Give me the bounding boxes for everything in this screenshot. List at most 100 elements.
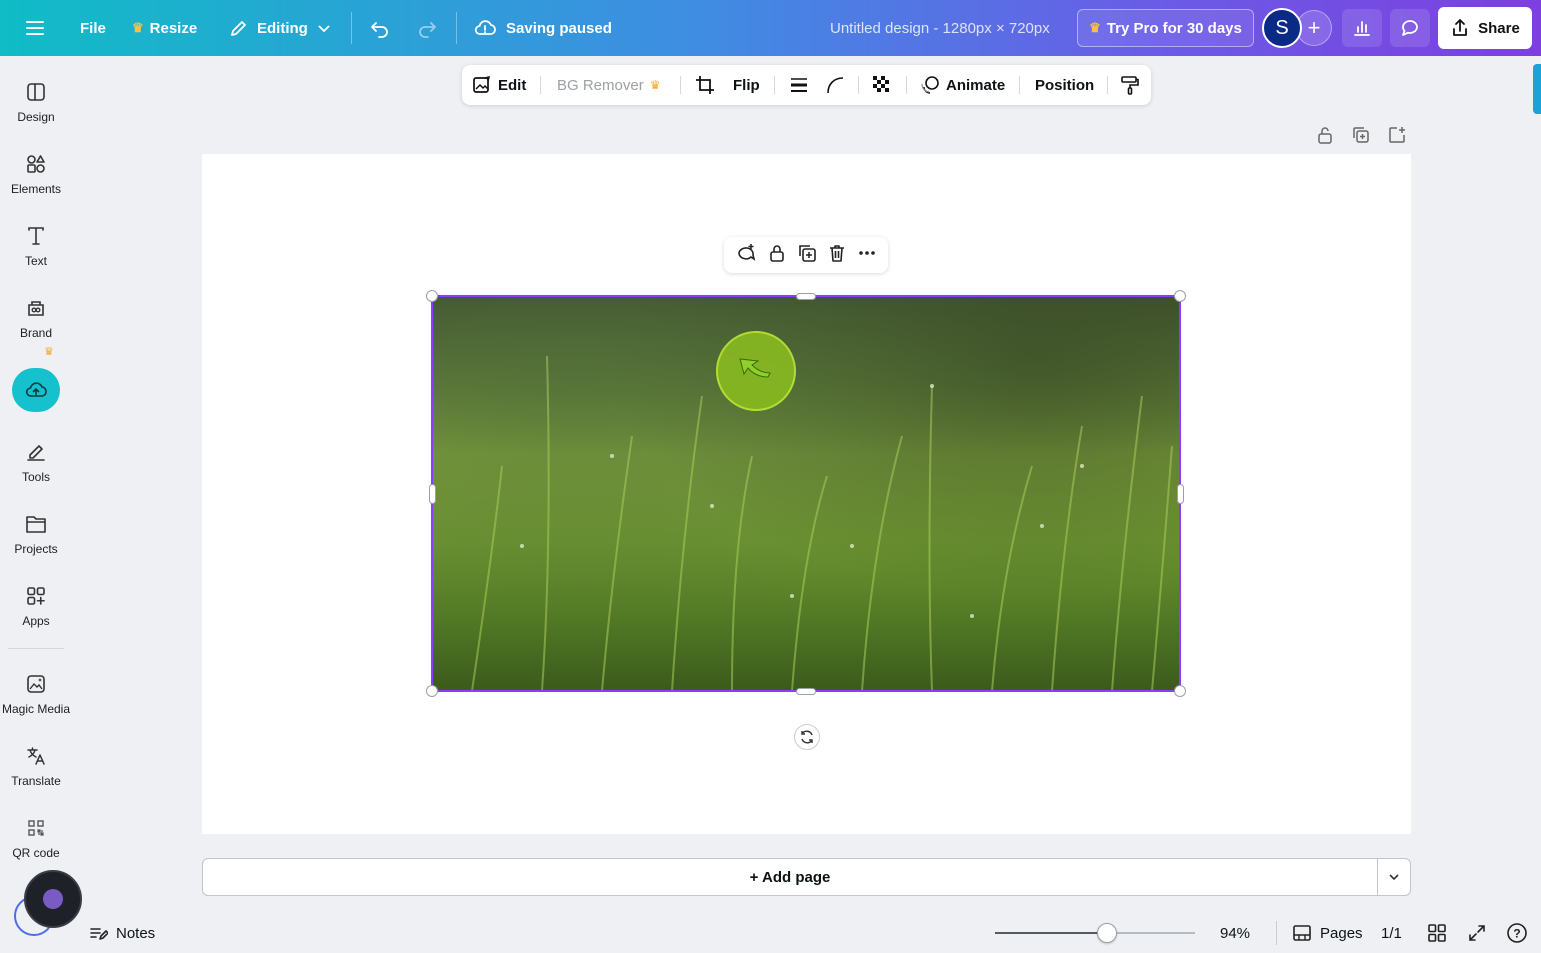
share-button[interactable]: Share bbox=[1438, 7, 1532, 49]
position-button[interactable]: Position bbox=[1035, 65, 1094, 105]
copy-style-button[interactable] bbox=[1120, 65, 1140, 105]
resize-handle-s[interactable] bbox=[796, 688, 816, 695]
grid-view-button[interactable] bbox=[1427, 913, 1447, 953]
border-lines-icon bbox=[791, 78, 807, 92]
fullscreen-button[interactable] bbox=[1467, 913, 1487, 953]
uploads-icon bbox=[25, 382, 47, 397]
comments-button[interactable] bbox=[1390, 9, 1430, 47]
resize-handle-n[interactable] bbox=[796, 293, 816, 300]
pages-icon bbox=[1293, 925, 1311, 941]
comment-icon bbox=[1399, 17, 1421, 39]
avatar[interactable]: S bbox=[1262, 8, 1302, 48]
crop-button[interactable] bbox=[695, 65, 715, 105]
qr-code-icon bbox=[28, 820, 44, 836]
help-label: ? bbox=[1513, 927, 1520, 941]
add-page-dropdown[interactable] bbox=[1377, 858, 1411, 896]
resize-handle-w[interactable] bbox=[429, 484, 436, 504]
crown-icon: ♛ bbox=[132, 20, 144, 35]
cursor-arrow-badge bbox=[716, 331, 796, 411]
animate-label: Animate bbox=[946, 76, 1006, 94]
rotate-handle[interactable] bbox=[794, 724, 820, 750]
grid-icon bbox=[1428, 924, 1446, 942]
bg-remover-button[interactable]: BG Remover ♛ bbox=[557, 65, 660, 105]
saving-status-label: Saving paused bbox=[506, 19, 612, 37]
crown-icon: ♛ bbox=[649, 78, 661, 92]
paint-roller-icon bbox=[1121, 76, 1139, 95]
add-page-top-button[interactable] bbox=[1387, 125, 1407, 145]
divider bbox=[858, 76, 859, 94]
delete-element-button[interactable] bbox=[827, 243, 847, 268]
divider bbox=[680, 76, 681, 94]
undo-button[interactable] bbox=[369, 0, 391, 56]
redo-button[interactable] bbox=[416, 0, 438, 56]
file-menu-button[interactable]: File bbox=[80, 0, 106, 56]
position-label: Position bbox=[1035, 76, 1095, 94]
image-toolbar: Edit BG Remover ♛ Flip Animate Position bbox=[462, 65, 1151, 105]
border-style-button[interactable] bbox=[789, 65, 809, 105]
sidebar-item-label: Text bbox=[24, 254, 47, 268]
divider bbox=[906, 76, 907, 94]
file-menu-label: File bbox=[80, 19, 106, 37]
sidebar-item-label: Magic Media bbox=[1, 702, 71, 716]
text-icon bbox=[28, 227, 44, 245]
insights-button[interactable] bbox=[1342, 9, 1382, 47]
lock-page-button[interactable] bbox=[1315, 125, 1335, 145]
zoom-slider[interactable] bbox=[995, 932, 1195, 934]
corner-rounding-button[interactable] bbox=[825, 65, 845, 105]
side-panel-tab[interactable] bbox=[1533, 64, 1541, 114]
duplicate-page-button[interactable] bbox=[1351, 125, 1371, 145]
zoom-value-label: 94% bbox=[1220, 924, 1251, 942]
brand-icon bbox=[28, 301, 44, 316]
duplicate-element-button[interactable] bbox=[797, 243, 817, 268]
try-pro-button[interactable]: ♛ Try Pro for 30 days bbox=[1077, 9, 1254, 47]
flip-button[interactable]: Flip bbox=[733, 65, 760, 105]
chevron-down-icon bbox=[1389, 874, 1399, 881]
notes-button[interactable]: Notes bbox=[88, 913, 155, 953]
resize-handle-nw[interactable] bbox=[426, 290, 438, 302]
saving-status[interactable]: Saving paused bbox=[474, 0, 612, 56]
editing-mode-dropdown[interactable]: Editing bbox=[229, 0, 332, 56]
divider bbox=[1107, 76, 1108, 94]
zoom-value[interactable]: 94% bbox=[1220, 913, 1250, 953]
design-icon bbox=[27, 83, 45, 101]
crown-icon: ♛ bbox=[44, 346, 54, 358]
sidebar-item-apps[interactable]: Apps bbox=[0, 584, 72, 648]
resize-handle-e[interactable] bbox=[1177, 484, 1184, 504]
notes-icon bbox=[90, 928, 108, 940]
sidebar-item-magic-media[interactable]: Magic Media bbox=[0, 672, 72, 736]
edit-image-button[interactable]: Edit bbox=[472, 65, 526, 105]
help-button[interactable]: ? bbox=[1506, 913, 1528, 953]
sidebar-item-label: Elements bbox=[10, 182, 62, 196]
sidebar-item-projects[interactable]: Projects bbox=[0, 512, 72, 576]
resize-handle-se[interactable] bbox=[1174, 685, 1186, 697]
sidebar-item-label: Apps bbox=[22, 614, 50, 628]
animate-button[interactable]: Animate bbox=[920, 65, 1005, 105]
resize-button[interactable]: ♛ Resize bbox=[132, 0, 197, 56]
sidebar-item-design[interactable]: Design bbox=[0, 80, 72, 144]
sidebar-item-translate[interactable]: Translate bbox=[0, 744, 72, 808]
ai-assistant-button[interactable] bbox=[24, 870, 82, 928]
divider bbox=[351, 12, 352, 44]
sidebar-item-text[interactable]: Text bbox=[0, 224, 72, 288]
transparency-button[interactable] bbox=[872, 65, 892, 105]
resize-handle-sw[interactable] bbox=[426, 685, 438, 697]
sidebar-item-brand[interactable]: Brand bbox=[0, 296, 72, 360]
zoom-slider-thumb[interactable] bbox=[1097, 923, 1117, 943]
menu-button[interactable] bbox=[24, 0, 46, 56]
resize-handle-ne[interactable] bbox=[1174, 290, 1186, 302]
sidebar-item-uploads[interactable] bbox=[12, 368, 60, 412]
sidebar-item-tools[interactable]: Tools bbox=[0, 440, 72, 504]
comment-add-button[interactable] bbox=[735, 242, 757, 269]
lock-element-button[interactable] bbox=[767, 243, 787, 268]
duplicate-icon bbox=[1353, 127, 1369, 143]
assistant-orb-icon bbox=[43, 889, 63, 909]
pages-button[interactable]: Pages bbox=[1292, 913, 1363, 953]
resize-label: Resize bbox=[149, 19, 198, 37]
arrow-icon bbox=[739, 358, 771, 378]
transparency-icon bbox=[873, 76, 889, 92]
more-options-button[interactable] bbox=[857, 243, 877, 268]
zoom-slider-fill bbox=[995, 932, 1107, 934]
design-title[interactable]: Untitled design - 1280px × 720px bbox=[830, 0, 1050, 56]
add-page-button[interactable]: + Add page bbox=[202, 858, 1378, 896]
sidebar-item-elements[interactable]: Elements bbox=[0, 152, 72, 216]
